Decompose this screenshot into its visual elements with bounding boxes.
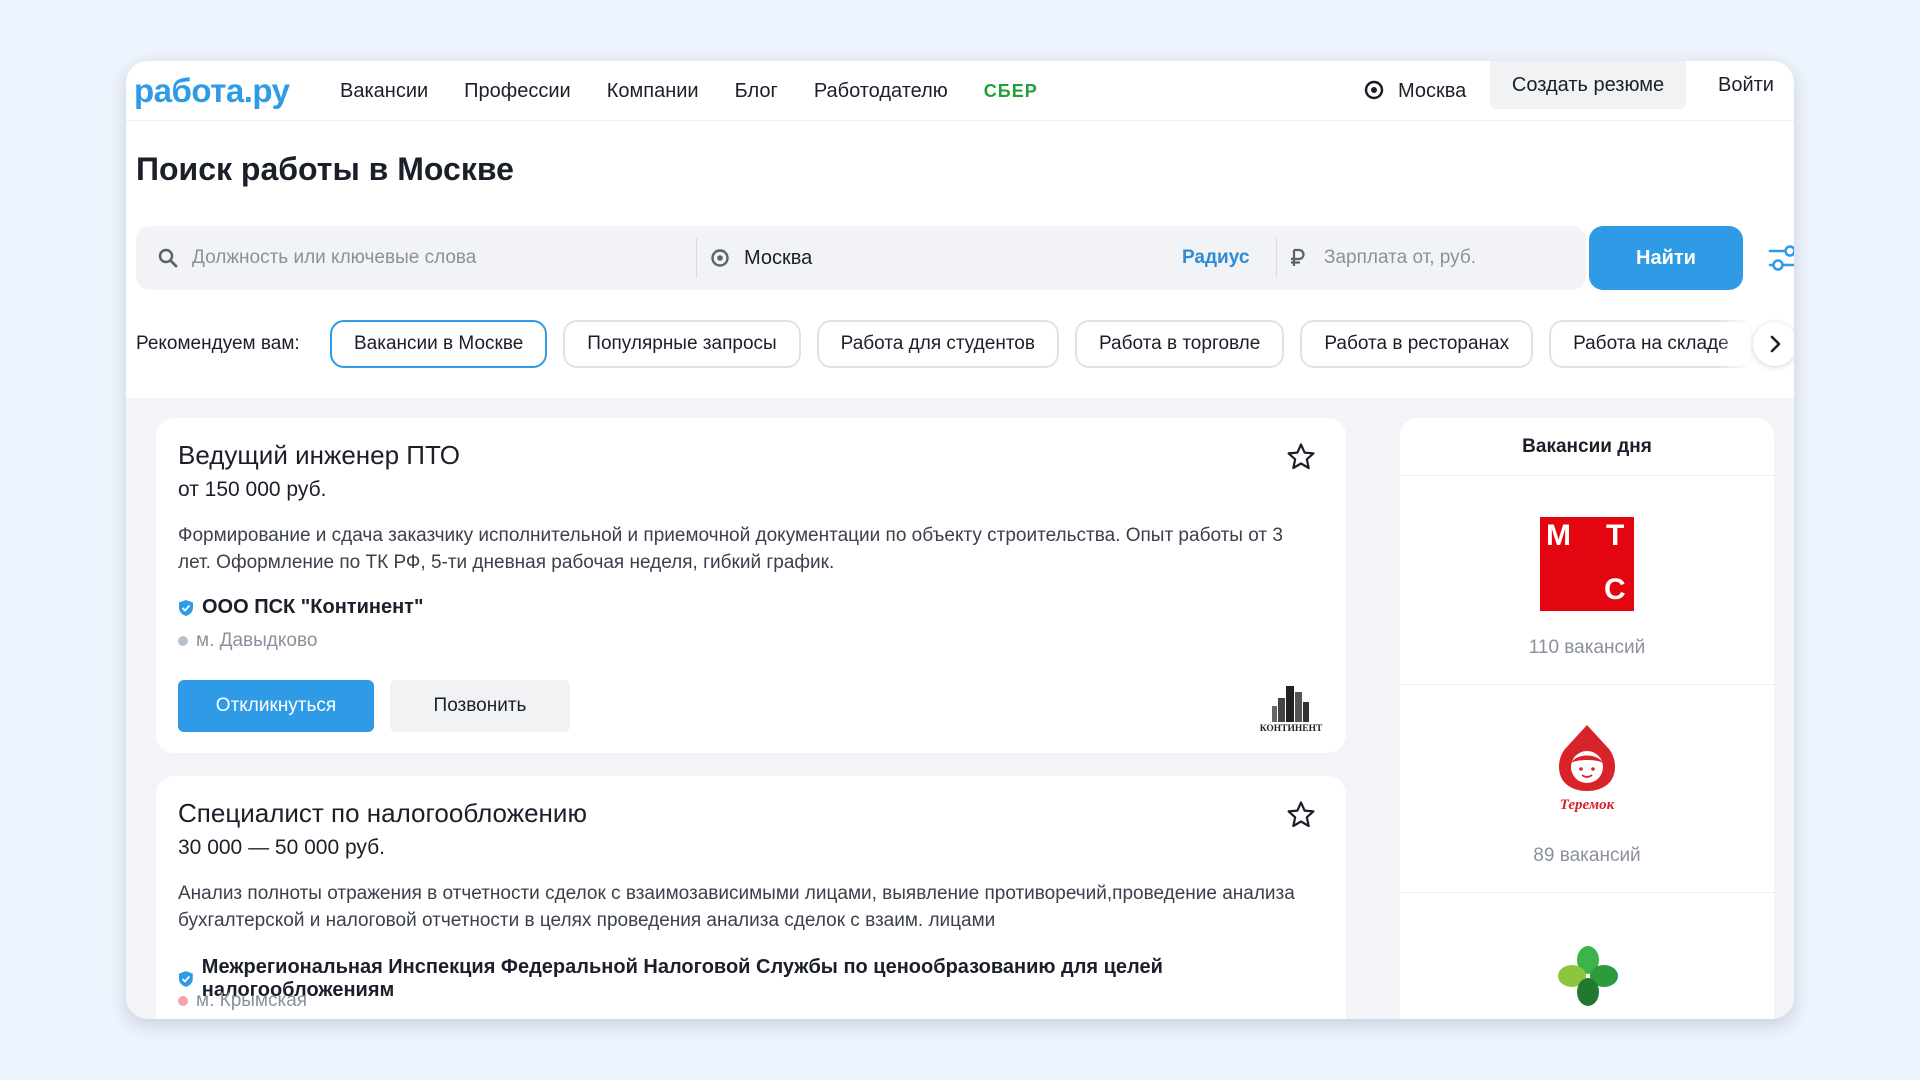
chip-restaurant-jobs[interactable]: Работа в ресторанах (1300, 320, 1534, 368)
search-bar: Москва Радиус (136, 226, 1586, 290)
salary-field (1290, 226, 1590, 290)
verified-shield-icon (178, 971, 193, 987)
vacancy-salary: от 150 000 руб. (178, 478, 327, 501)
metro-dot (178, 996, 188, 1006)
employer-teremok[interactable]: Теремок 89 вакансий (1400, 685, 1774, 893)
teremok-logo: Теремок (1559, 725, 1615, 813)
main-nav: Вакансии Профессии Компании Блог Работод… (340, 61, 1038, 121)
vacancy-card[interactable]: Ведущий инженер ПТО от 150 000 руб. Форм… (156, 418, 1346, 753)
create-resume-button[interactable]: Создать резюме (1490, 61, 1686, 109)
vacancy-salary: 30 000 — 50 000 руб. (178, 836, 386, 859)
chip-student-jobs[interactable]: Работа для студентов (816, 320, 1059, 368)
verified-shield-icon (179, 599, 193, 616)
vacancy-title[interactable]: Специалист по налогообложению (178, 798, 587, 829)
favorite-star-icon[interactable] (1286, 442, 1316, 472)
location-value: Москва (744, 246, 813, 269)
apply-button[interactable]: Откликнуться (178, 680, 374, 732)
metro-row: м. Крымская (178, 990, 307, 1012)
employer-mts[interactable]: М Т С 110 вакансий (1400, 477, 1774, 685)
filters-icon[interactable] (1766, 241, 1794, 275)
location-pin-icon (1364, 80, 1384, 100)
vacancy-count: 110 вакансий (1528, 637, 1646, 658)
ruble-icon (1291, 248, 1305, 266)
chips-next-button[interactable] (1753, 322, 1794, 366)
location-pin-icon (711, 249, 729, 267)
nav-companies[interactable]: Компании (607, 80, 699, 103)
salary-input[interactable] (1324, 247, 1544, 269)
search-input[interactable] (192, 247, 612, 269)
radius-button[interactable]: Радиус (1182, 226, 1249, 290)
page-title: Поиск работы в Москве (136, 151, 514, 187)
search-divider (1276, 238, 1277, 278)
call-button[interactable]: Позвонить (390, 680, 570, 732)
chip-retail-jobs[interactable]: Работа в торговле (1074, 320, 1285, 368)
nav-professions[interactable]: Профессии (464, 80, 571, 103)
mts-letter-s: С (1604, 573, 1626, 606)
metro-dot (178, 636, 188, 646)
vacancy-description: Анализ полноты отражения в отчетности сд… (178, 883, 1295, 931)
continent-logo: КОНТИНЕНТ (1260, 686, 1323, 734)
vacancy-count: 89 вакансий (1533, 845, 1641, 866)
query-field (158, 226, 658, 290)
chips-fade (1716, 320, 1756, 370)
city-name: Москва (1398, 79, 1467, 102)
nav-vacancies[interactable]: Вакансии (340, 80, 428, 103)
recommendations-row: Рекомендуем вам: Вакансии в Москве Попул… (136, 320, 1794, 370)
vacancy-description: Формирование и сдача заказчику исполните… (178, 525, 1283, 573)
sidebar-title: Вакансии дня (1400, 418, 1774, 476)
recommendations-label: Рекомендуем вам: (136, 333, 300, 354)
city-selector[interactable]: Москва (1364, 61, 1466, 121)
continent-logo-text: КОНТИНЕНТ (1260, 724, 1323, 734)
employer-clover[interactable] (1400, 893, 1774, 1019)
search-icon (158, 248, 178, 268)
browser-page: работа.ру Вакансии Профессии Компании Бл… (126, 61, 1794, 1019)
site-header: работа.ру Вакансии Профессии Компании Бл… (126, 61, 1794, 121)
login-link[interactable]: Войти (1718, 61, 1774, 109)
mts-letter-m: М (1546, 519, 1571, 552)
content-area: Ведущий инженер ПТО от 150 000 руб. Форм… (126, 398, 1794, 1019)
metro-row: м. Давыдково (178, 630, 317, 652)
favorite-star-icon[interactable] (1286, 800, 1316, 830)
mts-letter-t: Т (1606, 519, 1625, 552)
chips-list: Вакансии в Москве Популярные запросы Раб… (330, 320, 1794, 370)
company-row: Межрегиональная Инспекция Федеральной На… (178, 956, 1346, 1002)
nav-blog[interactable]: Блог (735, 80, 778, 103)
company-name[interactable]: ООО ПСК "Континент" (202, 596, 423, 619)
site-logo[interactable]: работа.ру (134, 63, 290, 119)
company-name[interactable]: Межрегиональная Инспекция Федеральной На… (202, 956, 1346, 1002)
vacancy-card[interactable]: Специалист по налогообложению 30 000 — 5… (156, 776, 1346, 1019)
nav-sber[interactable]: СБЕР (984, 81, 1038, 102)
vacancy-title[interactable]: Ведущий инженер ПТО (178, 440, 460, 471)
company-row: ООО ПСК "Континент" (178, 596, 423, 619)
chevron-right-icon (1770, 335, 1781, 353)
chip-moscow-vacancies[interactable]: Вакансии в Москве (330, 320, 548, 368)
vacancies-of-day: Вакансии дня М Т С 110 вакансий Теремок … (1400, 418, 1774, 1019)
find-button[interactable]: Найти (1589, 226, 1743, 290)
metro-station: м. Давыдково (196, 630, 318, 651)
clover-logo (1558, 946, 1618, 1006)
chip-popular-queries[interactable]: Популярные запросы (563, 320, 801, 368)
teremok-logo-text: Теремок (1560, 797, 1615, 813)
mts-logo: М Т С (1540, 517, 1634, 611)
nav-employer[interactable]: Работодателю (814, 80, 948, 103)
metro-station: м. Крымская (196, 990, 308, 1011)
search-divider (696, 238, 697, 278)
